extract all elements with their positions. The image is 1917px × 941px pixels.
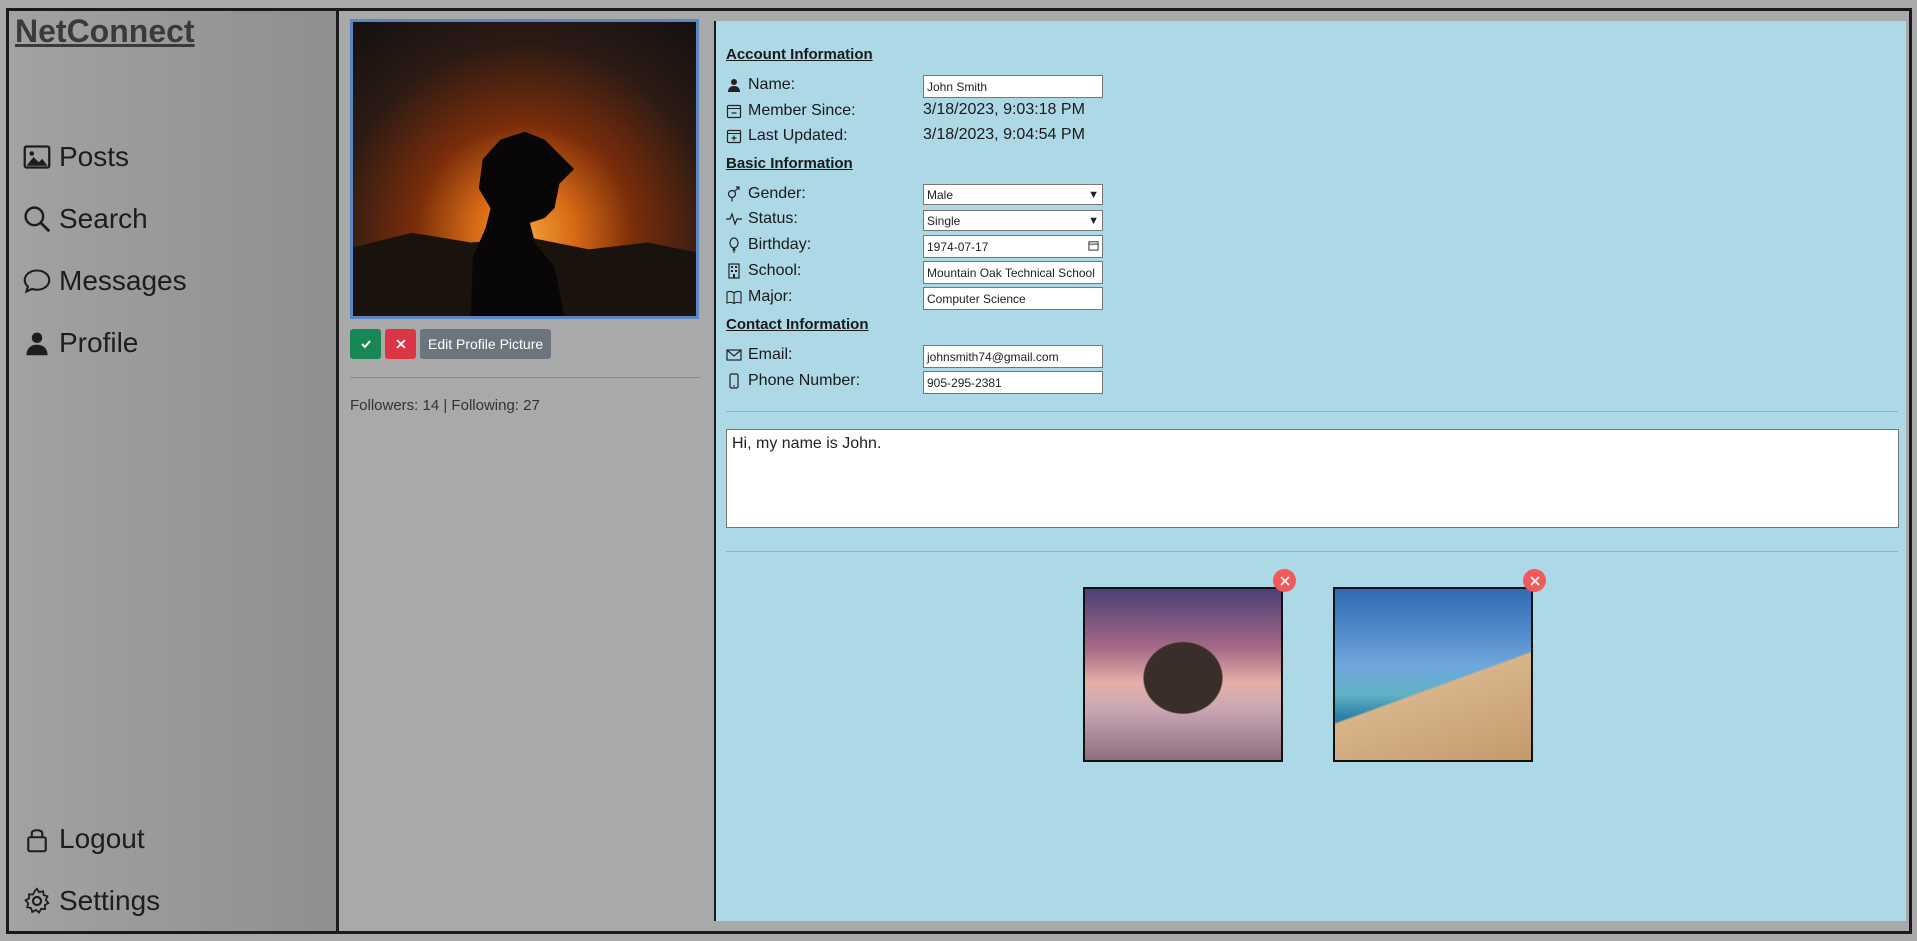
app-frame: NetConnect Posts Search Messages Profile… xyxy=(6,8,1912,934)
lock-icon xyxy=(27,829,47,853)
email-row: Email: xyxy=(726,343,928,367)
major-field[interactable]: Computer Science xyxy=(923,287,1103,310)
person-icon xyxy=(726,77,742,93)
search-icon xyxy=(24,206,51,233)
birthday-row: Birthday: xyxy=(726,233,928,257)
building-icon xyxy=(726,263,742,279)
gender-row: Gender: xyxy=(726,182,928,206)
balloon-icon xyxy=(726,237,742,253)
sidebar-item-label: Profile xyxy=(59,327,139,358)
close-icon xyxy=(395,339,406,349)
status-value: Single xyxy=(927,213,961,228)
person-icon xyxy=(26,332,48,356)
confirm-button[interactable] xyxy=(350,329,381,359)
envelope-icon xyxy=(726,347,742,363)
chevron-down-icon: ▼ xyxy=(1088,188,1099,201)
close-icon xyxy=(1279,575,1290,586)
sidebar-item-settings[interactable]: Settings xyxy=(23,885,160,917)
school-label: School: xyxy=(748,262,802,279)
account-information-heading: Account Information xyxy=(726,46,873,63)
member-since-value: 3/18/2023, 9:03:18 PM xyxy=(923,101,1085,118)
gender-icon xyxy=(726,186,742,202)
divider xyxy=(350,377,700,378)
sidebar-item-profile[interactable]: Profile xyxy=(23,327,138,359)
basic-information-heading: Basic Information xyxy=(726,155,853,172)
name-field[interactable]: John Smith xyxy=(923,75,1103,98)
chat-bubble-icon xyxy=(23,269,51,294)
activity-icon xyxy=(726,211,742,227)
brand-logo[interactable]: NetConnect xyxy=(15,13,195,50)
birthday-label: Birthday: xyxy=(748,236,812,253)
school-field[interactable]: Mountain Oak Technical School xyxy=(923,261,1103,284)
member-since-row: Member Since: xyxy=(726,99,928,123)
status-select[interactable]: Single ▼ xyxy=(923,210,1103,231)
sidebar-item-search[interactable]: Search xyxy=(23,203,148,235)
calendar-plus-icon xyxy=(726,128,742,144)
gender-value: Male xyxy=(927,187,954,202)
silhouette-image xyxy=(353,131,696,316)
status-row: Status: xyxy=(726,207,928,231)
sidebar: NetConnect Posts Search Messages Profile… xyxy=(9,11,339,931)
birthday-value: 1974-07-17 xyxy=(927,239,989,254)
profile-details-panel: Account Information Name: John Smith Mem… xyxy=(714,21,1906,921)
follow-counts: Followers: 14 | Following: 27 xyxy=(350,397,540,414)
phone-row: Phone Number: xyxy=(726,369,928,393)
phone-field[interactable]: 905-295-2381 xyxy=(923,371,1103,394)
sidebar-item-logout[interactable]: Logout xyxy=(23,823,145,855)
calendar-minus-icon xyxy=(726,103,742,119)
divider xyxy=(726,411,1898,412)
major-row: Major: xyxy=(726,285,928,309)
email-label: Email: xyxy=(748,346,793,363)
sidebar-item-posts[interactable]: Posts xyxy=(23,141,129,173)
bio-textarea[interactable]: Hi, my name is John. xyxy=(726,429,1899,528)
sidebar-item-label: Settings xyxy=(59,885,161,916)
last-updated-row: Last Updated: xyxy=(726,124,928,148)
picture-actions: Edit Profile Picture xyxy=(350,329,552,359)
email-field[interactable]: johnsmith74@gmail.com xyxy=(923,345,1103,368)
name-row: Name: xyxy=(726,73,928,97)
sidebar-item-messages[interactable]: Messages xyxy=(23,265,187,297)
birthday-date-input[interactable]: 1974-07-17 xyxy=(923,235,1103,258)
edit-profile-picture-button[interactable]: Edit Profile Picture xyxy=(420,329,552,359)
remove-image-button[interactable] xyxy=(1523,569,1546,592)
phone-label: Phone Number: xyxy=(748,372,861,389)
gear-icon xyxy=(24,887,50,914)
major-label: Major: xyxy=(748,288,793,305)
school-row: School: xyxy=(726,259,928,283)
remove-image-button[interactable] xyxy=(1273,569,1296,592)
book-icon xyxy=(726,289,742,305)
calendar-picker-icon[interactable] xyxy=(1088,240,1099,254)
divider xyxy=(726,551,1898,552)
sidebar-item-label: Search xyxy=(59,203,148,234)
gallery-image-palm-beach[interactable] xyxy=(1333,587,1533,762)
last-updated-value: 3/18/2023, 9:04:54 PM xyxy=(923,126,1085,143)
sidebar-item-label: Logout xyxy=(59,823,145,854)
name-label: Name: xyxy=(748,76,796,93)
contact-information-heading: Contact Information xyxy=(726,316,869,333)
phone-icon xyxy=(726,373,742,389)
image-icon xyxy=(23,145,51,169)
profile-picture xyxy=(350,19,699,319)
close-icon xyxy=(1529,575,1540,586)
sidebar-item-label: Posts xyxy=(59,141,130,172)
chevron-down-icon: ▼ xyxy=(1088,214,1099,227)
cancel-button[interactable] xyxy=(385,329,416,359)
gender-label: Gender: xyxy=(748,185,806,202)
profile-column: Edit Profile Picture Followers: 14 | Fol… xyxy=(342,11,714,931)
check-icon xyxy=(360,340,371,349)
member-since-label: Member Since: xyxy=(748,102,856,119)
status-label: Status: xyxy=(748,210,798,227)
sidebar-item-label: Messages xyxy=(59,265,187,296)
gallery-image-rock-beach[interactable] xyxy=(1083,587,1283,762)
gender-select[interactable]: Male ▼ xyxy=(923,184,1103,205)
last-updated-label: Last Updated: xyxy=(748,127,848,144)
